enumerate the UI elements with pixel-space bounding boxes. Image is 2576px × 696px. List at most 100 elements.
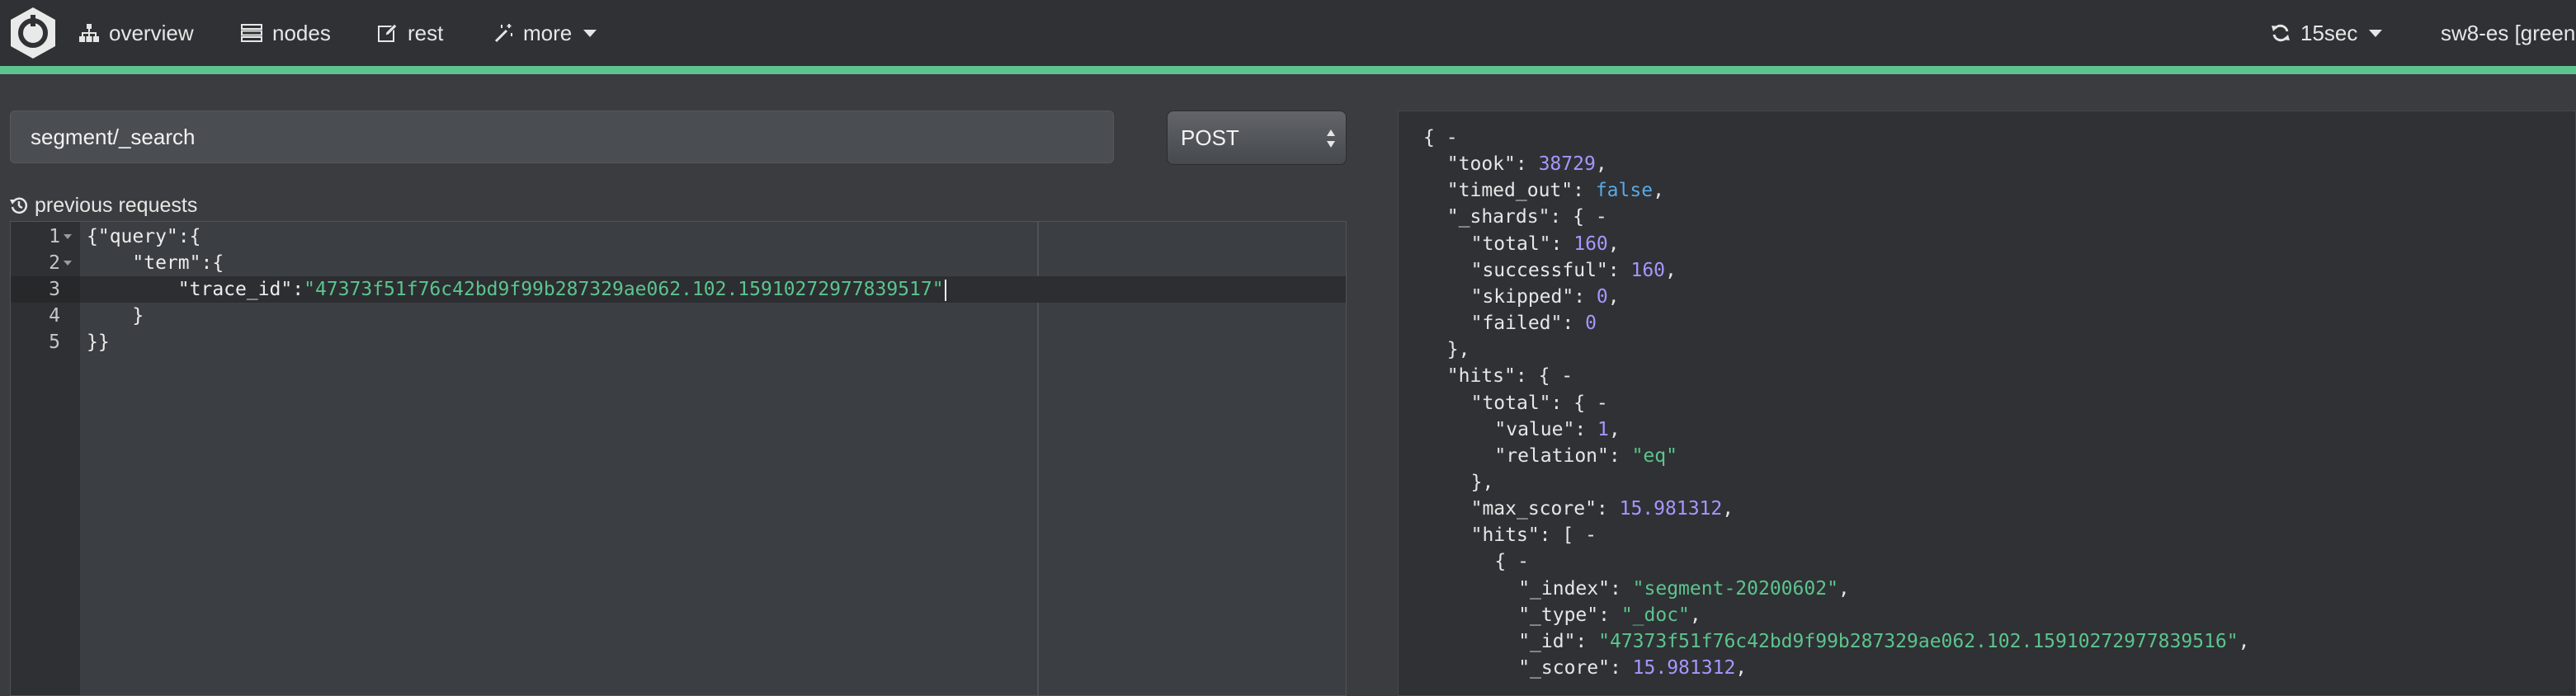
json-punctuation[interactable]: [ - <box>1562 524 1597 546</box>
json-punctuation[interactable]: { - <box>1573 206 1607 228</box>
json-comma: , <box>1665 259 1677 281</box>
request-body-editor[interactable]: 1 {"query":{2 "term":{3 "trace_id":"47373… <box>10 221 1347 696</box>
editor-line[interactable]: 1 {"query":{ <box>11 223 1346 250</box>
json-comma: , <box>1722 498 1734 520</box>
json-comma: , <box>1607 233 1620 255</box>
fold-arrow-icon[interactable] <box>64 261 72 266</box>
code-text: "term":{ <box>87 250 224 276</box>
code-token: } <box>132 305 144 327</box>
json-key: "trace_id": <box>177 279 304 300</box>
json-key: "_id": <box>1518 630 1599 652</box>
json-key: "_score": <box>1518 657 1633 679</box>
json-value: 160 <box>1573 233 1608 255</box>
code-token: {"query":{ <box>87 226 201 247</box>
nav-nodes-label: nodes <box>272 20 331 45</box>
code-text: }} <box>87 329 110 355</box>
response-line: "hits": { - <box>1447 363 1573 389</box>
fold-arrow-icon[interactable] <box>64 234 72 239</box>
response-line: "total": 160, <box>1471 231 1620 257</box>
json-key: "successful": <box>1470 259 1631 281</box>
code-token: "term":{ <box>132 252 224 274</box>
editor-line[interactable]: 4 } <box>11 303 1346 329</box>
json-punctuation[interactable]: { - <box>1573 393 1608 414</box>
json-key: "hits": <box>1470 524 1563 547</box>
json-key: "skipped": <box>1470 285 1597 308</box>
cluster-name[interactable]: sw8-es [green <box>2441 0 2575 66</box>
json-value: 15.981312 <box>1632 657 1736 679</box>
sitemap-icon <box>79 24 99 42</box>
json-key: "timed_out": <box>1446 180 1596 202</box>
response-line: "hits": [ - <box>1471 522 1597 548</box>
cluster-name-label: sw8-es [green <box>2441 20 2576 45</box>
line-gutter-cell: 5 <box>11 329 80 355</box>
json-punctuation[interactable]: { - <box>1494 551 1529 572</box>
http-method-select[interactable]: POST <box>1167 111 1347 165</box>
json-key: "_index": <box>1518 577 1633 600</box>
code-token: }} <box>87 332 110 353</box>
cerebro-logo-icon[interactable] <box>7 5 59 61</box>
json-punctuation[interactable]: { - <box>1423 127 1458 148</box>
server-list-icon <box>241 24 262 42</box>
nav-rest-label: rest <box>408 20 444 45</box>
refresh-icon <box>2271 23 2291 43</box>
response-line: "_index": "segment-20200602", <box>1518 576 1850 602</box>
json-value: false <box>1595 180 1654 202</box>
line-number: 2 <box>49 252 60 274</box>
line-number: 4 <box>49 305 60 327</box>
json-string-value: "47373f51f76c42bd9f99b287329ae062.102.15… <box>304 279 944 300</box>
response-line: "_id": "47373f51f76c42bd9f99b287329ae062… <box>1518 628 2249 655</box>
editor-line[interactable]: 5}} <box>11 329 1346 355</box>
chevron-down-icon <box>583 29 597 37</box>
json-key: "_type": <box>1518 604 1621 626</box>
response-line: "_type": "_doc", <box>1518 602 1701 628</box>
endpoint-input[interactable] <box>10 111 1114 163</box>
line-gutter-cell: 1 <box>11 223 80 250</box>
line-number: 5 <box>49 332 60 353</box>
json-comma: , <box>1689 604 1701 626</box>
nav-rest[interactable]: rest <box>378 0 443 66</box>
json-value: 38729 <box>1538 153 1596 176</box>
nav-overview[interactable]: overview <box>79 0 194 66</box>
response-line: "_shards": { - <box>1447 204 1607 230</box>
json-value: 15.981312 <box>1619 498 1723 520</box>
line-number: 3 <box>49 279 60 300</box>
previous-requests-link[interactable]: previous requests <box>10 193 197 218</box>
json-comma: , <box>1608 418 1621 440</box>
json-punctuation[interactable]: }, <box>1447 339 1470 360</box>
text-cursor <box>944 279 946 301</box>
nav-overview-label: overview <box>109 20 194 45</box>
json-key: "value": <box>1494 418 1598 440</box>
editor-line[interactable]: 2 "term":{ <box>11 250 1346 276</box>
json-key: "max_score": <box>1470 498 1620 520</box>
chevron-down-icon <box>2369 29 2383 37</box>
http-method-value: POST <box>1181 125 1239 150</box>
json-key: "failed": <box>1470 313 1586 335</box>
refresh-interval-dropdown[interactable]: 15sec <box>2271 0 2383 66</box>
response-line: { - <box>1423 125 1458 151</box>
response-output-panel: { - "took": 38729, "timed_out": false, "_sh… <box>1398 111 2576 696</box>
json-value: "segment-20200602" <box>1632 577 1838 600</box>
refresh-progress-bar <box>0 66 2576 74</box>
editor-line[interactable]: 3 "trace_id":"47373f51f76c42bd9f99b28732… <box>11 276 1346 303</box>
response-line: "_score": 15.981312, <box>1518 655 1747 681</box>
magic-wand-icon <box>493 23 513 43</box>
line-gutter-cell: 4 <box>11 303 80 329</box>
nav-more-dropdown[interactable]: more <box>493 0 597 66</box>
line-number: 1 <box>49 226 60 247</box>
json-comma: , <box>1838 577 1850 600</box>
previous-requests-label: previous requests <box>35 193 198 217</box>
json-punctuation[interactable]: }, <box>1471 472 1494 493</box>
response-line: "skipped": 0, <box>1471 284 1620 310</box>
nav-more-label: more <box>523 20 573 45</box>
response-line: "max_score": 15.981312, <box>1471 496 1734 522</box>
history-icon <box>10 196 28 214</box>
json-punctuation[interactable]: { - <box>1539 365 1573 387</box>
nav-nodes[interactable]: nodes <box>241 0 331 66</box>
code-text: "trace_id":"47373f51f76c42bd9f99b287329a… <box>87 276 946 303</box>
json-comma: , <box>1595 153 1607 176</box>
response-line: "timed_out": false, <box>1447 177 1664 204</box>
response-line: }, <box>1447 336 1470 363</box>
json-key: "total": <box>1470 233 1574 255</box>
json-key: "hits": <box>1446 365 1539 388</box>
